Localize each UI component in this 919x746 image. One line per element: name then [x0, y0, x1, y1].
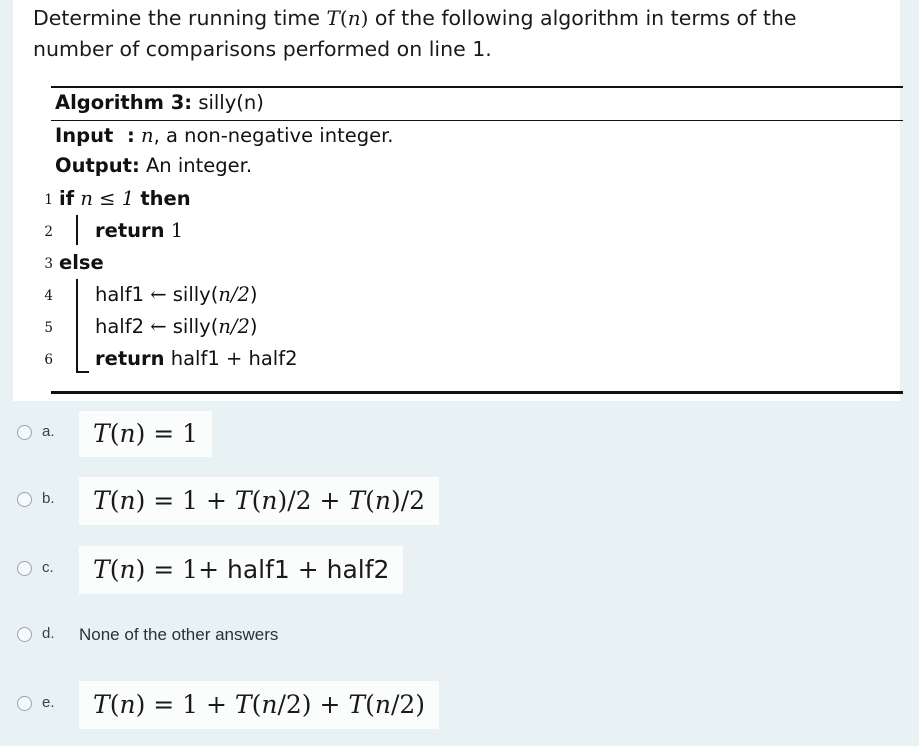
code-line-5: 5 half2 ← silly(n/2) [37, 311, 903, 343]
algorithm-title-name: silly(n) [198, 91, 264, 114]
variable-n: n [80, 187, 93, 210]
call-silly: silly( [172, 315, 219, 338]
call-close-paren: ) [249, 315, 258, 338]
answer-letter-c: c. [42, 559, 54, 576]
answer-options-list: a. T(n) = 1 b. T(n) = 1 + T(n)/2 + T(n)/… [0, 401, 919, 746]
keyword-if: if [59, 187, 75, 210]
radio-button-e[interactable] [17, 696, 32, 711]
answer-formula-b: T(n) = 1 + T(n)/2 + T(n)/2 [79, 477, 440, 525]
code-line-content: return 1 [95, 215, 183, 247]
answer-letter-a: a. [42, 423, 55, 440]
variable-half1: half1 [170, 347, 220, 370]
algorithm-rule-bottom [51, 391, 903, 394]
code-line-1: 1 if n ≤ 1 then [37, 183, 903, 215]
variable-half2: half2 [248, 347, 298, 370]
question-panel: Determine the running time T(n) of the f… [13, 0, 903, 401]
algorithm-block: Algorithm 3: silly(n) Input: n, a non-ne… [37, 86, 903, 394]
code-line-content: if n ≤ 1 then [59, 183, 191, 215]
argument-n-over-2: n/2 [218, 283, 250, 306]
algorithm-input-var: n [141, 124, 154, 147]
call-close-paren: ) [249, 283, 258, 306]
code-line-content: half1 ← silly(n/2) [95, 279, 257, 311]
algorithm-output-row: Output: An integer. [55, 151, 903, 181]
code-line-content: return half1 + half2 [95, 343, 298, 375]
variable-half1: half1 [95, 283, 144, 306]
call-silly: silly( [172, 283, 219, 306]
algorithm-input-label: Input [55, 124, 114, 147]
literal-1: 1 [121, 187, 135, 210]
answer-letter-b: b. [42, 490, 55, 507]
answer-formula-a: T(n) = 1 [79, 411, 213, 457]
algorithm-code: 1 if n ≤ 1 then 2 return 1 3 else 4 half… [37, 183, 903, 375]
answer-option-d[interactable]: d. None of the other answers [0, 608, 919, 677]
answer-text-d: None of the other answers [79, 625, 279, 644]
algorithm-input-rest: , a non-negative integer. [153, 124, 394, 147]
operator-le: ≤ [99, 187, 116, 210]
operator-plus: + [225, 347, 243, 370]
radio-button-a[interactable] [17, 425, 32, 440]
keyword-return: return [95, 219, 165, 242]
variable-half2: half2 [95, 315, 144, 338]
answer-option-c[interactable]: c. T(n) = 1+ half1 + half2 [0, 539, 919, 608]
question-prompt-line2: number of comparisons performed on line … [33, 37, 492, 61]
question-prompt: Determine the running time T(n) of the f… [33, 3, 883, 65]
code-line-3: 3 else [37, 247, 903, 279]
assign-arrow: ← [150, 283, 167, 306]
radio-button-d[interactable] [17, 627, 32, 642]
answer-option-b[interactable]: b. T(n) = 1 + T(n)/2 + T(n)/2 [0, 470, 919, 539]
answer-option-e[interactable]: e. T(n) = 1 + T(n/2) + T(n/2) [0, 677, 919, 746]
answer-formula-c: T(n) = 1+ half1 + half2 [79, 546, 404, 594]
answer-option-a[interactable]: a. T(n) = 1 [0, 401, 919, 470]
code-line-number: 3 [44, 256, 53, 272]
algorithm-input-colon: : [127, 124, 135, 147]
code-line-number: 2 [44, 224, 53, 240]
argument-n-over-2: n/2 [218, 315, 250, 338]
code-line-2: 2 return 1 [37, 215, 903, 247]
algorithm-title-label: Algorithm 3: [55, 91, 193, 114]
keyword-then: then [140, 187, 191, 210]
keyword-else: else [59, 251, 104, 274]
algorithm-input-row: Input: n, a non-negative integer. [55, 121, 903, 151]
quiz-question-page: Determine the running time T(n) of the f… [0, 0, 919, 741]
code-line-6: 6 return half1 + half2 [37, 343, 903, 375]
code-line-number: 1 [44, 192, 53, 208]
code-line-number: 6 [44, 352, 53, 368]
assign-arrow: ← [150, 315, 167, 338]
algorithm-title: Algorithm 3: silly(n) [55, 88, 903, 118]
literal-return-1: 1 [170, 219, 184, 242]
answer-letter-e: e. [42, 694, 55, 711]
question-prompt-line1-post: of the following algorithm in terms of t… [368, 6, 797, 30]
algorithm-output-value: An integer. [145, 154, 253, 177]
question-prompt-line1-pre: Determine the running time [33, 6, 327, 30]
radio-button-b[interactable] [17, 492, 32, 507]
code-line-content: half2 ← silly(n/2) [95, 311, 257, 343]
code-line-4: 4 half1 ← silly(n/2) [37, 279, 903, 311]
code-line-number: 5 [44, 320, 53, 336]
answer-formula-e: T(n) = 1 + T(n/2) + T(n/2) [79, 681, 440, 729]
radio-button-c[interactable] [17, 561, 32, 576]
keyword-return: return [95, 347, 165, 370]
algorithm-output-label: Output: [55, 154, 140, 177]
code-line-number: 4 [44, 288, 53, 304]
answer-letter-d: d. [42, 625, 55, 642]
code-line-content: else [59, 247, 104, 279]
question-prompt-math: T(n) [326, 6, 369, 30]
